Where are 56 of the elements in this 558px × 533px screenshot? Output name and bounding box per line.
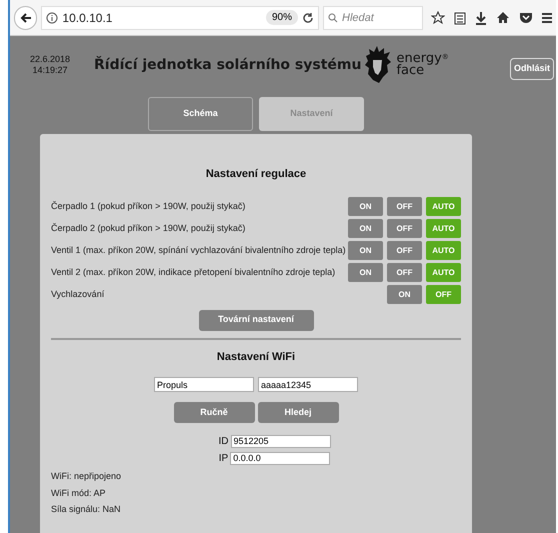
toggle-option[interactable]: AUTO <box>426 263 461 282</box>
toggle-option[interactable]: OFF <box>426 285 461 304</box>
star-icon[interactable] <box>431 10 445 24</box>
wifi-button[interactable]: Ručně <box>174 402 254 423</box>
setting-label: Čerpadlo 2 (pokud příkon > 190W, použij stykač) <box>51 222 246 235</box>
status-text: Síla signálu: NaN <box>51 503 122 516</box>
url-text: 10.0.10.1 <box>62 10 114 26</box>
password-field[interactable]: aaaaa12345 <box>258 377 358 392</box>
field-label: ID <box>218 435 228 449</box>
toggle-option[interactable]: ON <box>387 285 422 304</box>
toggle-option[interactable]: AUTO <box>426 219 461 238</box>
logo-text: face <box>396 65 424 77</box>
toggle-option[interactable]: ON <box>348 197 383 216</box>
zoom-level[interactable]: 90% <box>266 10 298 25</box>
address-bar[interactable]: 10.0.10.1 90% <box>41 6 319 30</box>
toggle-option[interactable]: ON <box>348 219 383 238</box>
page-title: Řídící jednotka solárního systému <box>94 55 362 74</box>
reload-icon[interactable] <box>302 12 314 24</box>
face-logo-icon <box>364 46 392 84</box>
input-field[interactable]: 9512205 <box>230 435 330 448</box>
toggle-option[interactable]: OFF <box>387 197 422 216</box>
setting-label: Ventil 2 (max. příkon 20W, indikace přetopení bivalentního zdroje tepla) <box>51 266 336 279</box>
section-heading: Nastavení WiFi <box>216 350 296 364</box>
pocket-icon[interactable] <box>519 12 533 24</box>
clipboard-icon[interactable] <box>454 10 466 24</box>
logout-button[interactable]: Odhlásit <box>510 58 554 80</box>
setting-label: Ventil 1 (max. příkon 20W, spínání vychlazování bivalentního zdroje tepla) <box>51 244 347 257</box>
setting-label: Čerpadlo 1 (pokud příkon > 190W, použij stykač) <box>51 200 246 213</box>
toggle-option[interactable]: OFF <box>387 241 422 260</box>
home-icon[interactable] <box>496 11 510 24</box>
section-heading: Nastavení regulace <box>204 167 308 182</box>
date-text: 22.6.2018 <box>30 54 70 65</box>
toggle-option[interactable]: ON <box>348 241 383 260</box>
ssid-field[interactable]: Propuls <box>154 377 254 392</box>
setting-label: Vychlazování <box>51 288 106 301</box>
toggle-option[interactable]: AUTO <box>426 197 461 216</box>
factory-reset-button[interactable]: Tovární nastavení <box>198 310 314 330</box>
back-button[interactable] <box>14 6 38 30</box>
menu-icon[interactable] <box>542 12 552 24</box>
toggle-option[interactable]: OFF <box>387 219 422 238</box>
search-field[interactable]: Hledat <box>323 6 423 30</box>
info-icon[interactable] <box>46 12 58 24</box>
tab[interactable]: Schéma <box>148 97 253 131</box>
status-text: WiFi: nepřipojeno <box>51 470 122 483</box>
time-text: 14:19:27 <box>32 65 68 76</box>
toggle-option[interactable]: OFF <box>387 263 422 282</box>
wifi-button[interactable]: Hledej <box>258 402 338 423</box>
tab[interactable]: Nastavení <box>259 97 364 131</box>
toggle-option[interactable]: AUTO <box>426 241 461 260</box>
status-text: WiFi mód: AP <box>51 486 107 500</box>
field-label: IP <box>218 452 228 466</box>
logo-text: energy <box>396 53 442 65</box>
back-arrow-icon <box>20 12 32 24</box>
download-icon[interactable] <box>475 10 487 24</box>
input-field[interactable]: 0.0.0.0 <box>230 452 330 465</box>
toggle-option[interactable]: ON <box>348 263 383 282</box>
